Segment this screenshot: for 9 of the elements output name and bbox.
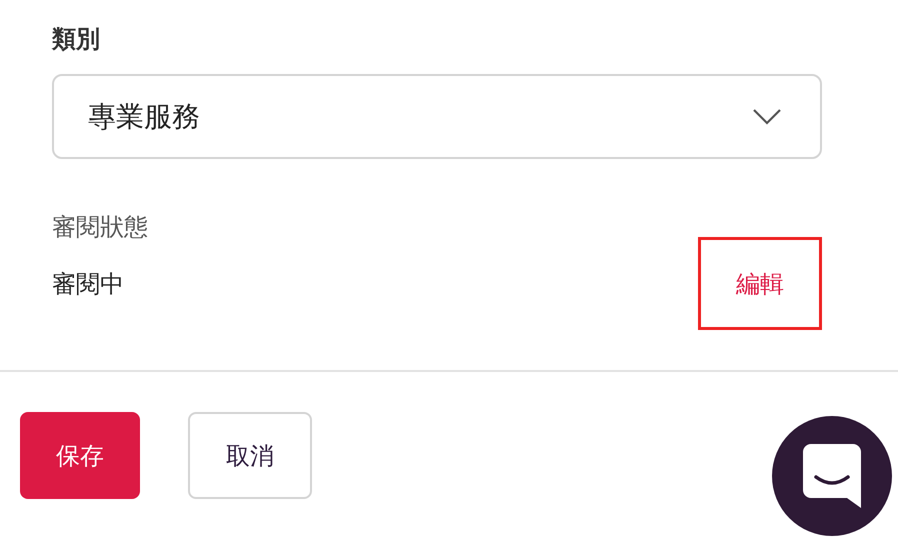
save-button[interactable]: 保存 — [20, 412, 140, 499]
status-value: 審閱中 — [52, 268, 124, 300]
category-select[interactable]: 專業服務 — [52, 74, 822, 159]
edit-link[interactable]: 編輯 — [698, 237, 822, 330]
chevron-down-icon — [752, 108, 782, 126]
field-label: 類別 — [52, 24, 100, 55]
field-label: 審閱狀態 — [52, 212, 148, 243]
cancel-button[interactable]: 取消 — [188, 412, 312, 499]
chat-bubble-icon — [803, 444, 861, 508]
